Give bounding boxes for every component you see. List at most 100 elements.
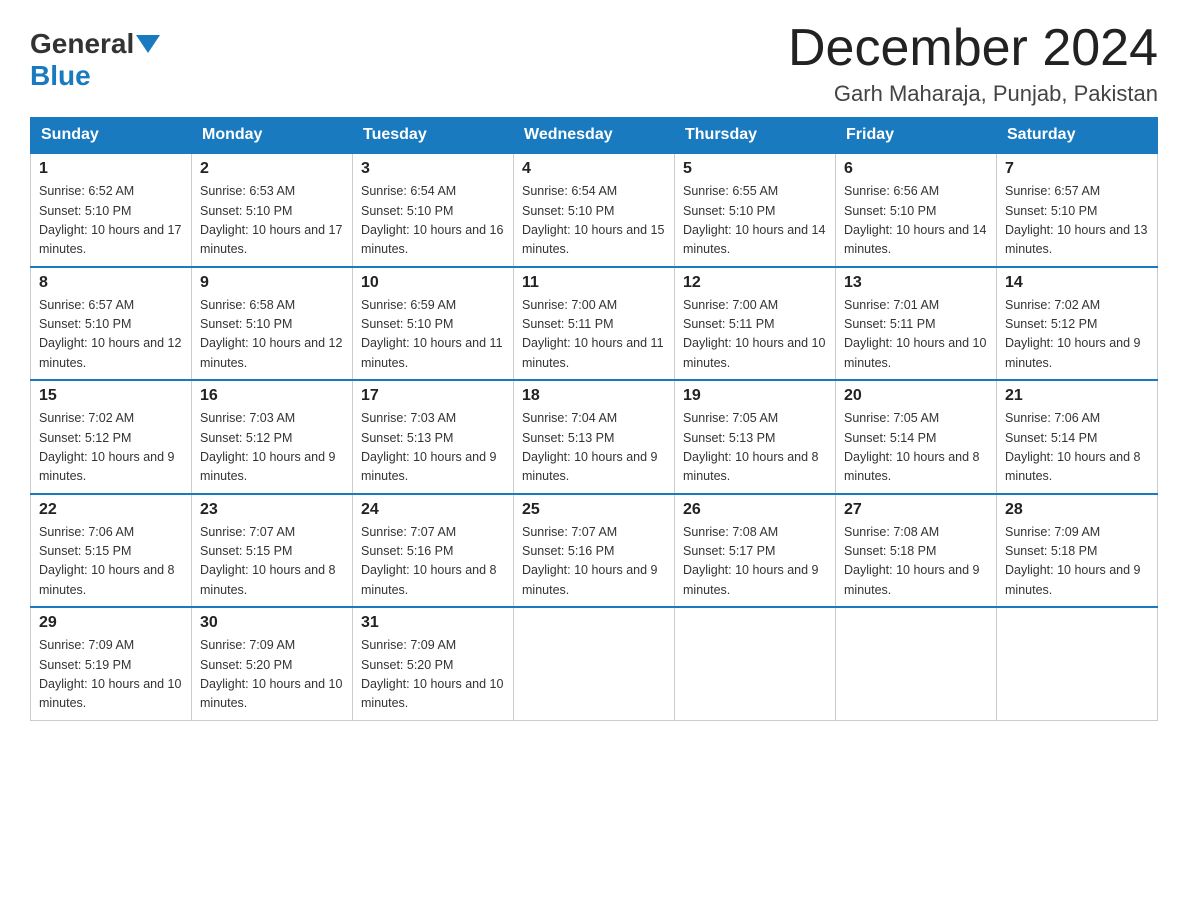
day-number: 18 [522, 387, 666, 405]
logo-blue-text: Blue [30, 60, 91, 91]
calendar-cell: 5Sunrise: 6:55 AMSunset: 5:10 PMDaylight… [675, 153, 836, 267]
day-info: Sunrise: 7:05 AMSunset: 5:13 PMDaylight:… [683, 409, 827, 487]
day-number: 6 [844, 160, 988, 178]
day-info: Sunrise: 7:09 AMSunset: 5:18 PMDaylight:… [1005, 523, 1149, 601]
day-info: Sunrise: 7:06 AMSunset: 5:14 PMDaylight:… [1005, 409, 1149, 487]
calendar-cell: 31 Sunrise: 7:09 AMSunset: 5:20 PMDayligh… [353, 607, 514, 720]
day-info: Sunrise: 6:54 AMSunset: 5:10 PMDaylight:… [361, 182, 505, 260]
title-block: December 2024 Garh Maharaja, Punjab, Pak… [788, 20, 1158, 107]
day-number: 8 [39, 274, 183, 292]
day-info: Sunrise: 6:53 AMSunset: 5:10 PMDaylight:… [200, 182, 344, 260]
day-info: Sunrise: 6:55 AMSunset: 5:10 PMDaylight:… [683, 182, 827, 260]
day-number: 26 [683, 501, 827, 519]
calendar-cell: 20 Sunrise: 7:05 AMSunset: 5:14 PMDayligh… [836, 380, 997, 494]
calendar-cell: 28 Sunrise: 7:09 AMSunset: 5:18 PMDayligh… [997, 494, 1158, 608]
day-number: 11 [522, 274, 666, 292]
day-number: 24 [361, 501, 505, 519]
weekday-header-monday: Monday [192, 118, 353, 154]
month-title: December 2024 [788, 20, 1158, 77]
calendar-cell: 26 Sunrise: 7:08 AMSunset: 5:17 PMDayligh… [675, 494, 836, 608]
day-info: Sunrise: 7:08 AMSunset: 5:17 PMDaylight:… [683, 523, 827, 601]
weekday-header-thursday: Thursday [675, 118, 836, 154]
logo-arrow-icon [136, 35, 160, 53]
day-number: 2 [200, 160, 344, 178]
calendar-cell [997, 607, 1158, 720]
calendar-cell: 27 Sunrise: 7:08 AMSunset: 5:18 PMDayligh… [836, 494, 997, 608]
day-number: 1 [39, 160, 183, 178]
day-info: Sunrise: 7:02 AMSunset: 5:12 PMDaylight:… [1005, 296, 1149, 374]
day-info: Sunrise: 7:03 AMSunset: 5:12 PMDaylight:… [200, 409, 344, 487]
day-number: 20 [844, 387, 988, 405]
logo-general-text: General [30, 28, 134, 60]
day-info: Sunrise: 6:57 AMSunset: 5:10 PMDaylight:… [39, 296, 183, 374]
day-number: 12 [683, 274, 827, 292]
day-info: Sunrise: 6:56 AMSunset: 5:10 PMDaylight:… [844, 182, 988, 260]
day-info: Sunrise: 6:52 AMSunset: 5:10 PMDaylight:… [39, 182, 183, 260]
day-number: 13 [844, 274, 988, 292]
day-info: Sunrise: 7:07 AMSunset: 5:16 PMDaylight:… [522, 523, 666, 601]
day-number: 22 [39, 501, 183, 519]
day-info: Sunrise: 7:03 AMSunset: 5:13 PMDaylight:… [361, 409, 505, 487]
calendar-cell: 18 Sunrise: 7:04 AMSunset: 5:13 PMDayligh… [514, 380, 675, 494]
calendar-cell: 8 Sunrise: 6:57 AMSunset: 5:10 PMDaylight… [31, 267, 192, 381]
calendar-cell: 11 Sunrise: 7:00 AMSunset: 5:11 PMDayligh… [514, 267, 675, 381]
calendar-cell: 30 Sunrise: 7:09 AMSunset: 5:20 PMDayligh… [192, 607, 353, 720]
day-info: Sunrise: 7:08 AMSunset: 5:18 PMDaylight:… [844, 523, 988, 601]
calendar-cell: 6 Sunrise: 6:56 AMSunset: 5:10 PMDaylight… [836, 153, 997, 267]
weekday-header-saturday: Saturday [997, 118, 1158, 154]
calendar-cell: 12 Sunrise: 7:00 AMSunset: 5:11 PMDayligh… [675, 267, 836, 381]
calendar-cell: 21 Sunrise: 7:06 AMSunset: 5:14 PMDayligh… [997, 380, 1158, 494]
day-info: Sunrise: 7:05 AMSunset: 5:14 PMDaylight:… [844, 409, 988, 487]
day-info: Sunrise: 7:04 AMSunset: 5:13 PMDaylight:… [522, 409, 666, 487]
day-number: 14 [1005, 274, 1149, 292]
calendar-cell: 15 Sunrise: 7:02 AMSunset: 5:12 PMDayligh… [31, 380, 192, 494]
location-text: Garh Maharaja, Punjab, Pakistan [788, 81, 1158, 107]
day-info: Sunrise: 7:09 AMSunset: 5:20 PMDaylight:… [200, 636, 344, 714]
day-info: Sunrise: 6:54 AMSunset: 5:10 PMDaylight:… [522, 182, 666, 260]
day-number: 19 [683, 387, 827, 405]
day-info: Sunrise: 7:00 AMSunset: 5:11 PMDaylight:… [683, 296, 827, 374]
week-row-1: 1 Sunrise: 6:52 AMSunset: 5:10 PMDaylight… [31, 153, 1158, 267]
day-info: Sunrise: 7:09 AMSunset: 5:20 PMDaylight:… [361, 636, 505, 714]
day-info: Sunrise: 7:07 AMSunset: 5:16 PMDaylight:… [361, 523, 505, 601]
weekday-header-wednesday: Wednesday [514, 118, 675, 154]
day-number: 4 [522, 160, 666, 178]
week-row-5: 29Sunrise: 7:09 AMSunset: 5:19 PMDayligh… [31, 607, 1158, 720]
day-number: 23 [200, 501, 344, 519]
day-number: 30 [200, 614, 344, 632]
weekday-header-tuesday: Tuesday [353, 118, 514, 154]
day-info: Sunrise: 6:58 AMSunset: 5:10 PMDaylight:… [200, 296, 344, 374]
week-row-2: 8 Sunrise: 6:57 AMSunset: 5:10 PMDaylight… [31, 267, 1158, 381]
day-info: Sunrise: 7:00 AMSunset: 5:11 PMDaylight:… [522, 296, 666, 374]
calendar-cell: 14 Sunrise: 7:02 AMSunset: 5:12 PMDayligh… [997, 267, 1158, 381]
day-info: Sunrise: 7:02 AMSunset: 5:12 PMDaylight:… [39, 409, 183, 487]
calendar-cell: 13Sunrise: 7:01 AMSunset: 5:11 PMDayligh… [836, 267, 997, 381]
day-number: 28 [1005, 501, 1149, 519]
calendar-cell [675, 607, 836, 720]
day-number: 3 [361, 160, 505, 178]
weekday-header-row: SundayMondayTuesdayWednesdayThursdayFrid… [31, 118, 1158, 154]
day-number: 15 [39, 387, 183, 405]
calendar-table: SundayMondayTuesdayWednesdayThursdayFrid… [30, 117, 1158, 721]
calendar-cell: 22Sunrise: 7:06 AMSunset: 5:15 PMDayligh… [31, 494, 192, 608]
day-info: Sunrise: 7:09 AMSunset: 5:19 PMDaylight:… [39, 636, 183, 714]
day-number: 27 [844, 501, 988, 519]
calendar-cell [514, 607, 675, 720]
calendar-cell: 19 Sunrise: 7:05 AMSunset: 5:13 PMDayligh… [675, 380, 836, 494]
calendar-cell: 10Sunrise: 6:59 AMSunset: 5:10 PMDayligh… [353, 267, 514, 381]
day-number: 21 [1005, 387, 1149, 405]
calendar-cell: 4 Sunrise: 6:54 AMSunset: 5:10 PMDaylight… [514, 153, 675, 267]
day-number: 31 [361, 614, 505, 632]
calendar-cell: 3 Sunrise: 6:54 AMSunset: 5:10 PMDaylight… [353, 153, 514, 267]
calendar-cell: 1 Sunrise: 6:52 AMSunset: 5:10 PMDaylight… [31, 153, 192, 267]
week-row-4: 22Sunrise: 7:06 AMSunset: 5:15 PMDayligh… [31, 494, 1158, 608]
calendar-cell: 17 Sunrise: 7:03 AMSunset: 5:13 PMDayligh… [353, 380, 514, 494]
day-info: Sunrise: 6:57 AMSunset: 5:10 PMDaylight:… [1005, 182, 1149, 260]
day-number: 10 [361, 274, 505, 292]
day-info: Sunrise: 7:07 AMSunset: 5:15 PMDaylight:… [200, 523, 344, 601]
calendar-cell: 23 Sunrise: 7:07 AMSunset: 5:15 PMDayligh… [192, 494, 353, 608]
calendar-cell: 24 Sunrise: 7:07 AMSunset: 5:16 PMDayligh… [353, 494, 514, 608]
day-number: 17 [361, 387, 505, 405]
calendar-cell: 7Sunrise: 6:57 AMSunset: 5:10 PMDaylight… [997, 153, 1158, 267]
page-header: General Blue December 2024 Garh Maharaja… [30, 20, 1158, 107]
